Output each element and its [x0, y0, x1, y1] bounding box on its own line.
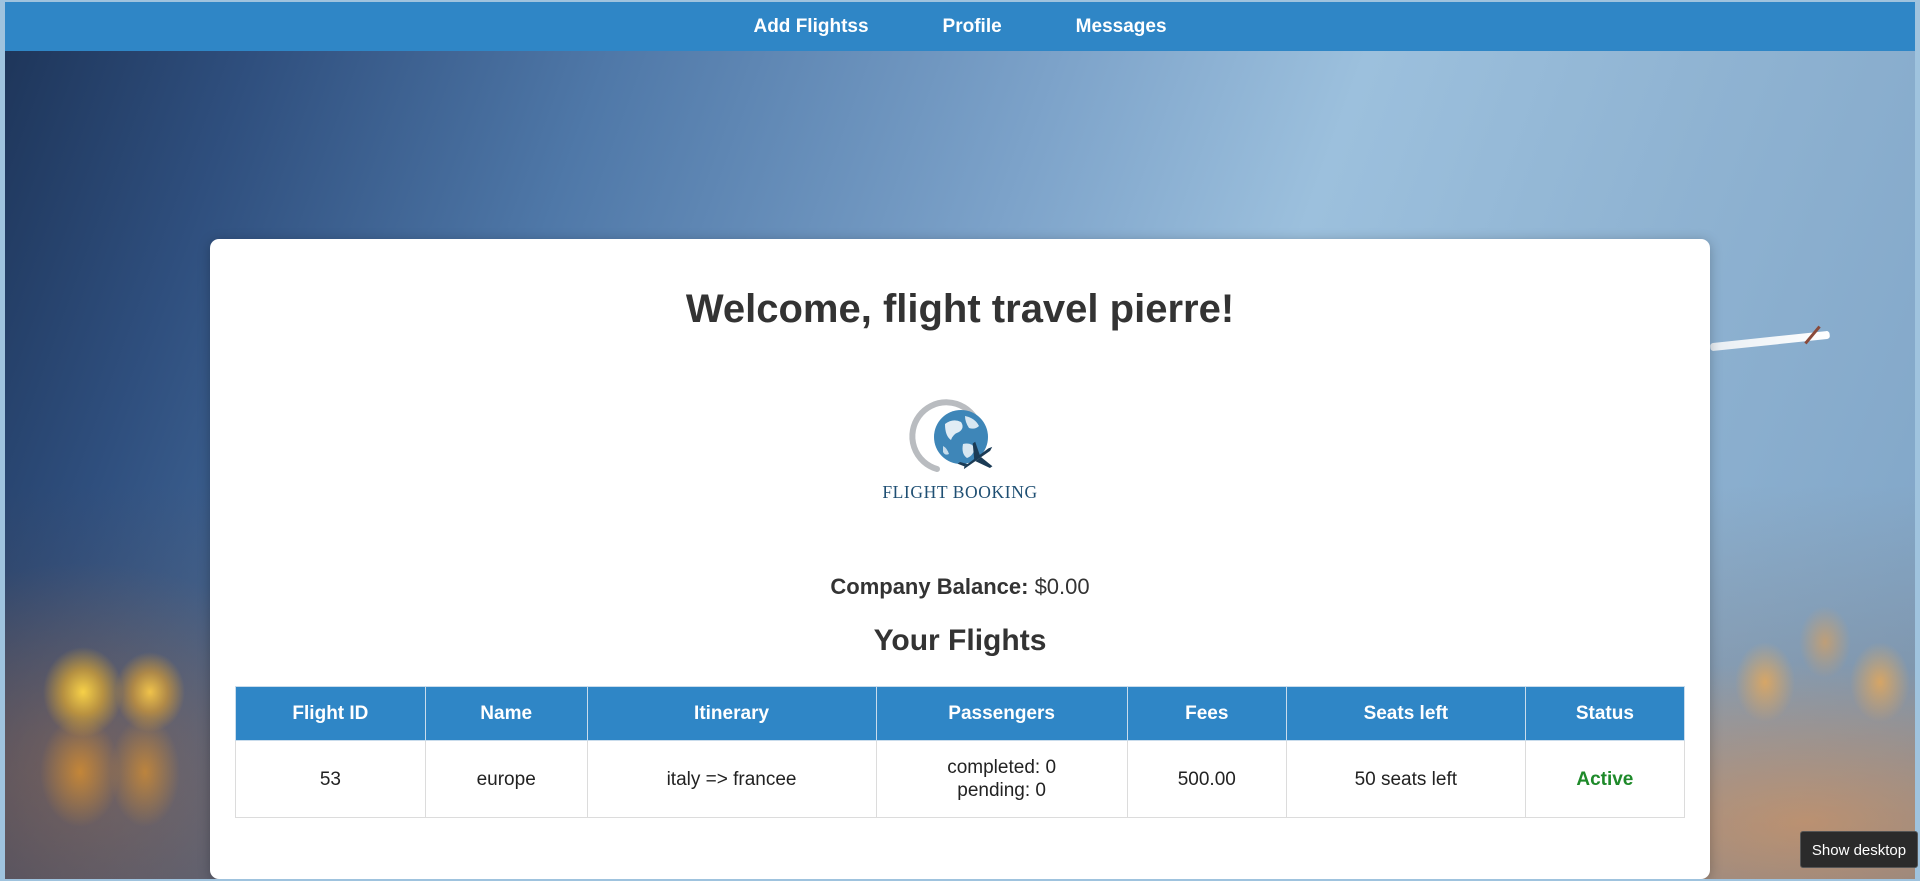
cell-name: europe	[424, 740, 588, 818]
header-seats-left: Seats left	[1285, 686, 1526, 741]
flights-table: Flight ID Name Itinerary Passengers Fees…	[235, 686, 1686, 818]
logo-text: FLIGHT BOOKING	[882, 482, 1038, 502]
table-row: 53 europe italy => francee completed: 0 …	[235, 740, 1686, 818]
header-passengers: Passengers	[875, 686, 1128, 741]
page-background: Add Flightss Profile Messages Welcome, f…	[5, 2, 1915, 879]
cell-status: Active	[1524, 740, 1686, 818]
header-fees: Fees	[1126, 686, 1287, 741]
header-status: Status	[1524, 686, 1686, 741]
passengers-pending: pending: 0	[957, 780, 1046, 801]
globe-plane-icon	[909, 399, 993, 472]
top-navbar: Add Flightss Profile Messages	[5, 2, 1915, 51]
company-balance: Company Balance: $0.00	[210, 574, 1710, 600]
show-desktop-tooltip: Show desktop	[1800, 831, 1918, 868]
balance-label: Company Balance:	[830, 574, 1029, 599]
table-header-row: Flight ID Name Itinerary Passengers Fees…	[235, 686, 1686, 741]
header-name: Name	[424, 686, 588, 741]
balance-value: $0.00	[1034, 574, 1090, 599]
dashboard-card: Welcome, flight travel pierre! FLIGHT BO…	[210, 239, 1710, 879]
cell-passengers: completed: 0 pending: 0	[875, 740, 1128, 818]
header-flight-id: Flight ID	[235, 686, 426, 741]
your-flights-heading: Your Flights	[873, 624, 1047, 657]
flight-booking-logo: FLIGHT BOOKING	[865, 394, 1055, 514]
welcome-heading: Welcome, flight travel pierre!	[685, 287, 1235, 331]
status-badge: Active	[1576, 768, 1634, 790]
header-itinerary: Itinerary	[586, 686, 877, 741]
cell-itinerary: italy => francee	[586, 740, 877, 818]
cell-seats-left: 50 seats left	[1285, 740, 1526, 818]
nav-messages[interactable]: Messages	[1039, 2, 1204, 51]
nav-add-flights[interactable]: Add Flightss	[716, 2, 905, 51]
passengers-completed: completed: 0	[947, 757, 1057, 778]
nav-profile[interactable]: Profile	[906, 2, 1039, 51]
cell-flight-id: 53	[235, 740, 426, 818]
cell-fees: 500.00	[1126, 740, 1287, 818]
